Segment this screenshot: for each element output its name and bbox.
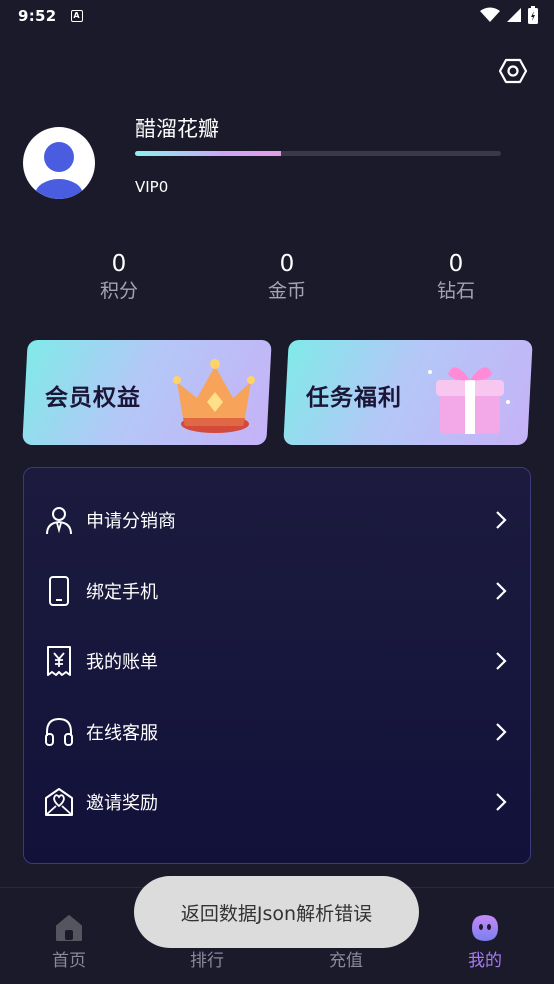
stat-label: 积分 <box>99 280 138 302</box>
nav-label: 充值 <box>329 951 363 971</box>
promo-title: 任务福利 <box>306 385 402 411</box>
notification-icon: A <box>70 10 83 22</box>
menu-item-invite-rewards[interactable]: 邀请奖励 <box>24 767 530 837</box>
nav-label: 首页 <box>52 951 86 971</box>
task-rewards-card[interactable]: 任务福利 <box>283 340 533 445</box>
gift-box-icon <box>428 367 510 434</box>
status-time: 9:52 <box>18 7 57 25</box>
menu-item-apply-distributor[interactable]: 申请分销商 <box>24 485 530 555</box>
stat-diamonds[interactable]: 0 钻石 <box>406 250 506 304</box>
stat-gold[interactable]: 0 金币 <box>237 250 337 304</box>
wifi-icon <box>480 7 500 22</box>
member-benefits-card[interactable]: 会员权益 <box>22 340 272 445</box>
stat-value: 0 <box>448 251 464 277</box>
chevron-right-icon <box>496 723 507 741</box>
status-bar: 9:52 A <box>0 0 554 32</box>
chevron-right-icon <box>496 511 507 529</box>
chevron-right-icon <box>496 582 507 600</box>
heart-envelope-icon <box>45 788 73 816</box>
menu-item-label: 申请分销商 <box>86 511 176 532</box>
stat-label: 金币 <box>267 280 306 302</box>
receipt-yen-icon <box>47 646 71 676</box>
menu-item-label: 绑定手机 <box>86 582 158 603</box>
stat-points[interactable]: 0 积分 <box>69 250 169 304</box>
battery-icon <box>528 6 538 24</box>
status-icons <box>480 6 538 24</box>
settings-icon[interactable] <box>498 56 528 86</box>
error-toast: 返回数据Json解析错误 <box>134 876 419 948</box>
stat-value: 0 <box>111 251 127 277</box>
stat-value: 0 <box>279 251 295 277</box>
avatar[interactable] <box>23 127 95 199</box>
stats-row: 0 积分 0 金币 0 钻石 <box>0 250 554 310</box>
menu-item-label: 在线客服 <box>86 723 158 744</box>
home-icon <box>56 915 82 941</box>
nav-mine[interactable]: 我的 <box>445 912 525 971</box>
ghost-face-icon <box>472 915 498 941</box>
headset-icon <box>45 717 73 746</box>
user-silhouette-icon <box>35 142 83 199</box>
vip-level: VIP0 <box>135 178 169 196</box>
person-tie-icon <box>46 507 72 535</box>
stat-label: 钻石 <box>436 280 475 302</box>
nav-home[interactable]: 首页 <box>29 912 109 971</box>
promo-title: 会员权益 <box>45 385 141 411</box>
level-progress-bar <box>135 151 501 156</box>
username: 醋溜花瓣 <box>135 117 219 141</box>
phone-icon <box>49 576 69 606</box>
menu-item-label: 我的账单 <box>86 652 158 673</box>
nav-label: 我的 <box>468 951 502 971</box>
crown-icon <box>173 359 255 433</box>
menu-item-online-support[interactable]: 在线客服 <box>24 697 530 767</box>
chevron-right-icon <box>496 652 507 670</box>
menu-item-label: 邀请奖励 <box>86 793 158 814</box>
menu-panel: 申请分销商 绑定手机 我的账单 在线客服 邀请奖励 <box>23 467 531 864</box>
chevron-right-icon <box>496 793 507 811</box>
menu-item-bind-phone[interactable]: 绑定手机 <box>24 556 530 626</box>
level-progress-fill <box>135 151 282 156</box>
menu-item-my-bills[interactable]: 我的账单 <box>24 626 530 696</box>
nav-label: 排行 <box>190 951 224 971</box>
signal-icon <box>507 8 521 22</box>
